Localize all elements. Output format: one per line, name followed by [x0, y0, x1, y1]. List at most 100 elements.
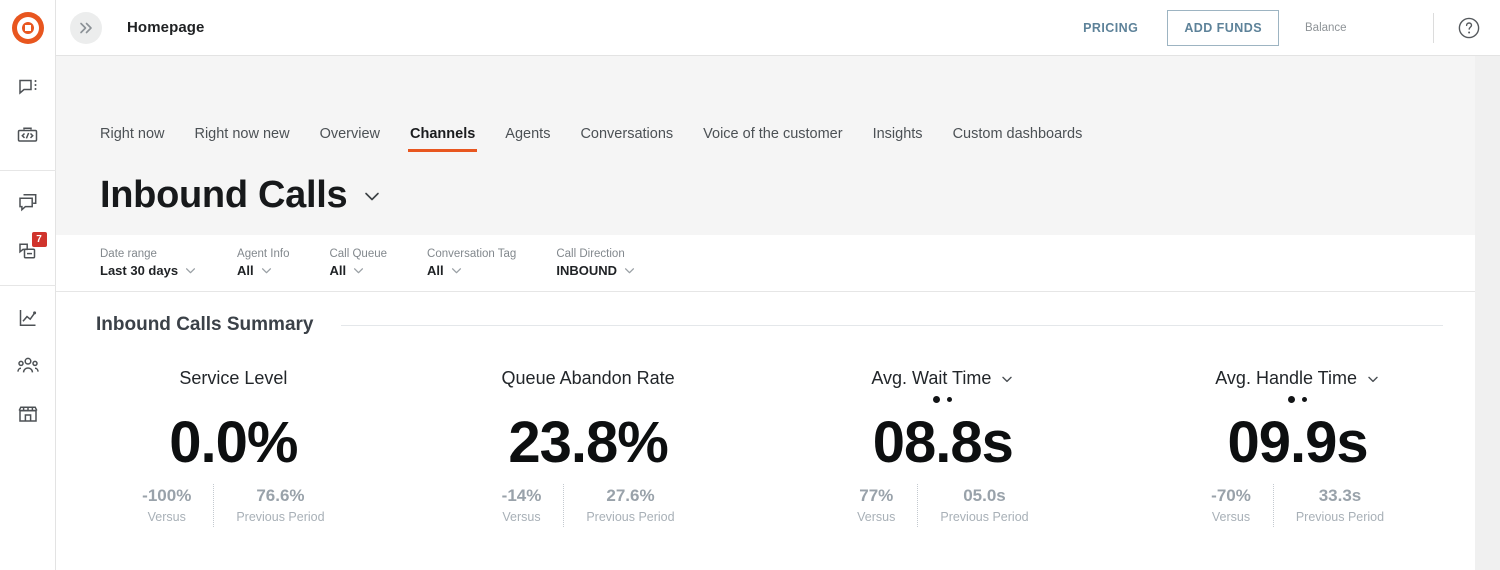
- chevron-down-icon: [1002, 376, 1013, 382]
- kpi-card-avg-wait-time: Avg. Wait Time 08.8s 77% Versus 05.0s Pr…: [766, 368, 1121, 527]
- summary-panel: Inbound Calls Summary Service Level 0.0%: [56, 292, 1475, 570]
- kpi-card-queue-abandon-rate: Queue Abandon Rate 23.8% -14% Versus 27.…: [411, 368, 766, 527]
- sidebar-item-chat[interactable]: [8, 68, 48, 108]
- tab-voice-of-the-customer[interactable]: Voice of the customer: [703, 126, 842, 152]
- kpi-previous-value: 33.3s: [1318, 486, 1362, 505]
- code-briefcase-icon: [17, 127, 38, 142]
- kpi-carousel-dots[interactable]: [933, 392, 953, 406]
- summary-title: Inbound Calls Summary: [96, 314, 314, 335]
- filter-value: All: [427, 263, 444, 278]
- filter-call-direction[interactable]: Call Direction INBOUND: [556, 247, 636, 279]
- left-nav-rail: 7: [0, 0, 56, 570]
- tab-insights[interactable]: Insights: [873, 126, 923, 152]
- tab-right-now[interactable]: Right now: [100, 126, 164, 152]
- carousel-dot[interactable]: [947, 396, 953, 402]
- carousel-dot-active[interactable]: [933, 395, 941, 403]
- page-title: Homepage: [127, 19, 205, 36]
- kpi-versus-value: -70%: [1211, 486, 1251, 505]
- tab-overview[interactable]: Overview: [320, 126, 380, 152]
- target-logo-icon: [11, 12, 44, 44]
- kpi-value: 08.8s: [872, 410, 1014, 475]
- filter-label: Conversation Tag: [427, 248, 517, 260]
- kpi-carousel-dots[interactable]: [1288, 392, 1308, 406]
- kpi-comparison: -100% Versus 76.6% Previous Period: [120, 484, 346, 527]
- tabs-and-heading-band: Right now Right now new Overview Channel…: [56, 56, 1475, 235]
- sidebar-item-team[interactable]: [8, 346, 48, 386]
- kpi-title: Avg. Wait Time: [871, 368, 992, 388]
- tab-agents[interactable]: Agents: [505, 126, 550, 152]
- pricing-link[interactable]: PRICING: [1079, 15, 1142, 41]
- sidebar-item-conversations[interactable]: [8, 183, 48, 223]
- kpi-versus-label: Versus: [1211, 510, 1251, 524]
- sidebar-item-analytics[interactable]: [8, 298, 48, 338]
- help-circle-icon: [1458, 17, 1480, 38]
- vertical-scrollbar[interactable]: [1475, 56, 1500, 570]
- sidebar-item-storefront[interactable]: [8, 394, 48, 434]
- top-bar: Homepage PRICING ADD FUNDS Balance: [56, 0, 1500, 56]
- sidebar-item-documents[interactable]: 7: [8, 231, 48, 271]
- kpi-versus-value: 77%: [859, 486, 894, 505]
- filter-value: All: [329, 263, 347, 278]
- kpi-title: Avg. Handle Time: [1215, 368, 1357, 388]
- filter-agent-info[interactable]: Agent Info All: [237, 247, 289, 279]
- unread-badge: 7: [31, 232, 47, 247]
- rail-group-3: [0, 285, 56, 448]
- content-area: Right now Right now new Overview Channel…: [56, 56, 1500, 570]
- chevron-double-right-icon: [80, 22, 92, 33]
- carousel-dot-active[interactable]: [1288, 395, 1296, 403]
- app-logo[interactable]: [0, 0, 56, 56]
- kpi-previous-value: 76.6%: [256, 486, 305, 505]
- kpi-value: 09.9s: [1227, 410, 1369, 475]
- storefront-icon: [18, 406, 37, 422]
- tab-conversations[interactable]: Conversations: [580, 126, 673, 152]
- carousel-dot[interactable]: [1302, 396, 1308, 402]
- filter-bar: Date range Last 30 days Agent Info All C…: [56, 235, 1475, 292]
- dashboard-heading: Inbound Calls: [56, 152, 1475, 235]
- kpi-previous-label: Previous Period: [940, 510, 1029, 524]
- chevron-down-icon: [450, 264, 463, 277]
- rail-group-1: [0, 56, 56, 170]
- chevron-down-icon: [184, 264, 197, 277]
- filter-value: Last 30 days: [100, 263, 179, 278]
- kpi-previous-label: Previous Period: [1295, 510, 1385, 524]
- filter-date-range[interactable]: Date range Last 30 days: [100, 247, 197, 279]
- filter-value: INBOUND: [556, 263, 617, 278]
- kpi-previous-label: Previous Period: [236, 510, 325, 524]
- kpi-comparison: -14% Versus 27.6% Previous Period: [480, 484, 697, 527]
- analytics-chart-icon: [19, 310, 36, 326]
- add-funds-button[interactable]: ADD FUNDS: [1167, 9, 1279, 46]
- kpi-row: Service Level 0.0% -100% Versus 76.6% Pr…: [56, 336, 1475, 527]
- filter-value: All: [237, 263, 254, 278]
- kpi-metric-selector-caret[interactable]: [1366, 372, 1380, 386]
- summary-header: Inbound Calls Summary: [56, 292, 1475, 336]
- stacked-chats-icon: [18, 194, 36, 212]
- tab-custom-dashboards[interactable]: Custom dashboards: [953, 126, 1083, 152]
- kpi-versus-label: Versus: [502, 510, 541, 524]
- filter-call-queue[interactable]: Call Queue All: [329, 247, 387, 279]
- filter-conversation-tag[interactable]: Conversation Tag All: [427, 247, 516, 279]
- sidebar-item-developer[interactable]: [8, 116, 48, 156]
- kpi-versus-label: Versus: [147, 510, 186, 524]
- kpi-previous-value: 27.6%: [606, 486, 655, 505]
- kpi-metric-selector-caret[interactable]: [1000, 372, 1014, 386]
- content-inner: Right now Right now new Overview Channel…: [56, 56, 1475, 570]
- app-root: 7 Homepage PRICING ADD FUNDS Balance Rig…: [0, 0, 1500, 570]
- filter-label: Date range: [100, 248, 157, 260]
- dashboard-title: Inbound Calls: [100, 174, 348, 216]
- chevron-down-icon: [260, 264, 273, 277]
- kpi-card-avg-handle-time: Avg. Handle Time 09.9s -70% Versus 33.3s…: [1120, 368, 1475, 527]
- balance-label: Balance: [1305, 21, 1347, 34]
- main-region: Homepage PRICING ADD FUNDS Balance Right…: [56, 0, 1500, 570]
- dashboard-selector-caret[interactable]: [361, 185, 383, 207]
- filter-label: Agent Info: [237, 248, 290, 260]
- kpi-value: 23.8%: [508, 410, 668, 475]
- summary-rule: [341, 324, 1443, 326]
- chevron-down-icon: [352, 264, 365, 277]
- chevron-down-icon: [623, 264, 636, 277]
- filter-label: Call Queue: [329, 248, 388, 260]
- tab-right-now-new[interactable]: Right now new: [194, 126, 289, 152]
- tab-channels[interactable]: Channels: [408, 126, 478, 152]
- expand-nav-button[interactable]: [70, 11, 102, 44]
- dashboard-tabs: Right now Right now new Overview Channel…: [56, 112, 1475, 152]
- help-button[interactable]: [1456, 15, 1482, 41]
